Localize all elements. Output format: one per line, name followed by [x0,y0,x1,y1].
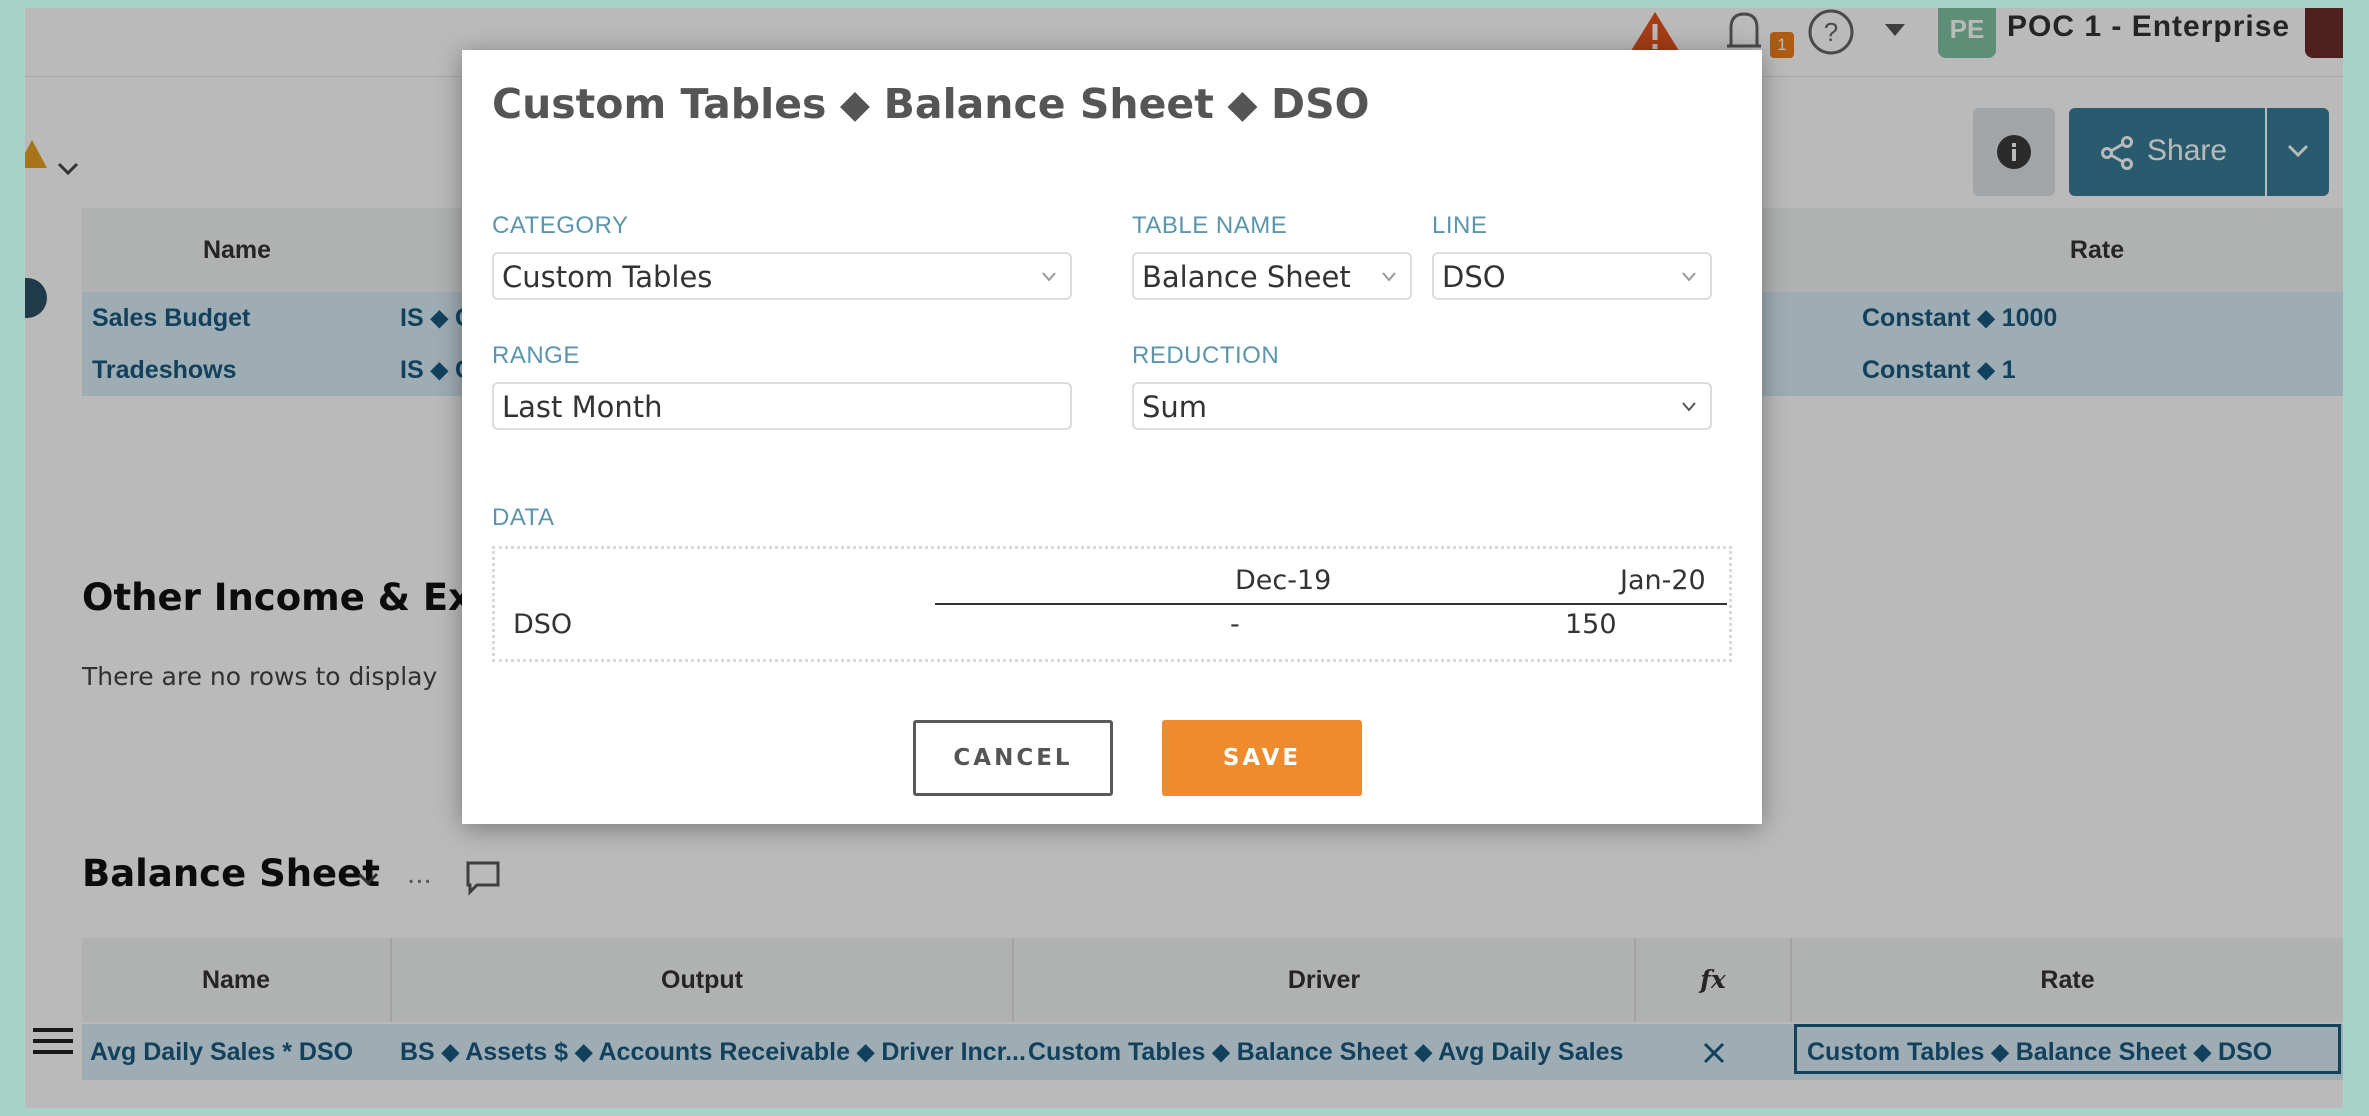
chevron-down-icon [1042,272,1056,282]
table-name-select[interactable]: Balance Sheet [1132,252,1412,300]
reduction-select[interactable]: Sum [1132,382,1712,430]
category-label: CATEGORY [492,212,629,239]
table-name-label: TABLE NAME [1132,212,1288,239]
category-select[interactable]: Custom Tables [492,252,1072,300]
cancel-button[interactable]: CANCEL [913,720,1113,796]
dialog-title: Custom Tables ⬥ Balance Sheet ⬥ DSO [492,80,1370,128]
data-cell: 150 [1565,609,1617,640]
data-cell: - [1230,609,1240,640]
chevron-down-icon [1682,272,1696,282]
category-value: Custom Tables [502,260,713,294]
save-button[interactable]: SAVE [1162,720,1362,796]
chevron-down-icon [1382,272,1396,282]
reduction-value: Sum [1142,390,1208,424]
line-select[interactable]: DSO [1432,252,1712,300]
range-label: RANGE [492,342,580,369]
line-value: DSO [1442,260,1506,294]
data-header-rule [935,603,1727,605]
data-column-header: Jan-20 [1620,565,1706,596]
data-preview-table: Dec-19 Jan-20 DSO - 150 [492,546,1732,662]
edit-rate-dialog: Custom Tables ⬥ Balance Sheet ⬥ DSO CATE… [462,50,1762,824]
range-value: Last Month [502,390,663,424]
table-name-value: Balance Sheet [1142,260,1351,294]
line-label: LINE [1432,212,1488,239]
data-row-label: DSO [513,609,573,640]
chevron-down-icon [1682,402,1696,412]
data-label: DATA [492,504,555,531]
reduction-label: REDUCTION [1132,342,1280,369]
app-window: 1 ? PE POC 1 - Enterprise Share Name Rat… [25,8,2343,1108]
range-input[interactable]: Last Month [492,382,1072,430]
data-column-header: Dec-19 [1235,565,1332,596]
